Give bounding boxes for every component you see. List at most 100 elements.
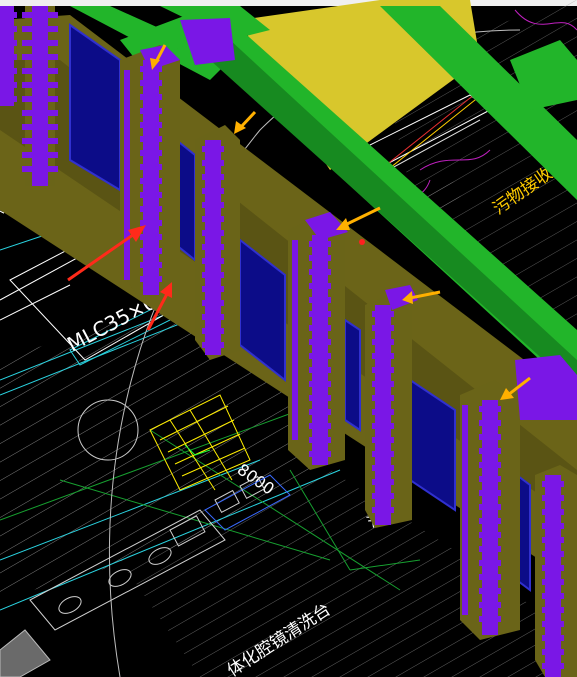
column-notch xyxy=(479,420,501,426)
column-notch xyxy=(140,248,162,254)
column-notch xyxy=(309,269,331,275)
column-notch xyxy=(202,202,224,208)
column-notch xyxy=(309,241,331,247)
column-5 xyxy=(365,285,418,528)
column-notch xyxy=(479,518,501,524)
column-notch xyxy=(309,283,331,289)
column-notch xyxy=(309,339,331,345)
column-notch xyxy=(372,479,394,485)
orange-arrow-icon xyxy=(234,110,257,134)
column-notch xyxy=(372,507,394,513)
column-notch xyxy=(542,649,564,655)
column-notch xyxy=(372,451,394,457)
column-notch xyxy=(202,174,224,180)
column-notch xyxy=(372,465,394,471)
orange-arrow-icon xyxy=(336,206,381,230)
column-notch xyxy=(372,311,394,317)
column-notch xyxy=(140,108,162,114)
column-notch xyxy=(309,437,331,443)
column-notch xyxy=(372,353,394,359)
column-notch xyxy=(140,220,162,226)
column-notch xyxy=(202,244,224,250)
column-7 xyxy=(535,465,577,677)
column-notch xyxy=(202,300,224,306)
column-notch xyxy=(479,560,501,566)
column-notch xyxy=(479,448,501,454)
column-notch xyxy=(140,206,162,212)
column-notch xyxy=(372,493,394,499)
column-notch xyxy=(0,68,17,74)
column-notch xyxy=(542,523,564,529)
column-notch xyxy=(0,40,17,46)
column-notch xyxy=(542,565,564,571)
column-notch xyxy=(309,367,331,373)
column-notch xyxy=(202,314,224,320)
column-notch xyxy=(479,476,501,482)
column-notch xyxy=(372,409,394,415)
column-notch xyxy=(542,481,564,487)
column-notch xyxy=(202,328,224,334)
column-notch xyxy=(202,272,224,278)
column-notch xyxy=(309,311,331,317)
column-notch xyxy=(542,663,564,669)
red-marker xyxy=(359,239,365,245)
column-notch xyxy=(309,409,331,415)
column-notch xyxy=(542,621,564,627)
column-notch xyxy=(542,551,564,557)
column-notch xyxy=(202,230,224,236)
column-notch xyxy=(202,160,224,166)
column-notch xyxy=(309,451,331,457)
column-notch xyxy=(140,80,162,86)
column-notch xyxy=(140,136,162,142)
column-notch xyxy=(140,66,162,72)
column-notch xyxy=(309,353,331,359)
column-notch xyxy=(202,286,224,292)
column-notch xyxy=(140,150,162,156)
column-notch xyxy=(372,339,394,345)
column-notch xyxy=(29,110,51,116)
column-notch xyxy=(202,188,224,194)
column-2 xyxy=(120,45,180,300)
column-notch xyxy=(0,12,17,18)
column-notch xyxy=(372,381,394,387)
window-4 xyxy=(344,318,361,432)
column-notch xyxy=(29,138,51,144)
column-notch xyxy=(309,381,331,387)
column-notch xyxy=(479,406,501,412)
column-notch xyxy=(0,54,17,60)
cad-3d-viewport[interactable]: MLC35×0 污物接收 墙) 8000 体化腔镜清洗台 清洗 xyxy=(0,0,577,677)
column-notch xyxy=(29,12,51,18)
column-notch xyxy=(372,325,394,331)
column-notch xyxy=(309,255,331,261)
column-notch xyxy=(29,68,51,74)
column-notch xyxy=(372,367,394,373)
column-notch xyxy=(29,96,51,102)
column-notch xyxy=(140,178,162,184)
column-notch xyxy=(479,504,501,510)
column-notch xyxy=(479,588,501,594)
column-notch xyxy=(542,635,564,641)
column-notch xyxy=(29,124,51,130)
column-notch xyxy=(479,574,501,580)
column-notch xyxy=(309,423,331,429)
column-notch xyxy=(202,216,224,222)
column-notch xyxy=(542,579,564,585)
column-notch xyxy=(479,602,501,608)
column-notch xyxy=(309,325,331,331)
column-notch xyxy=(29,166,51,172)
column-notch xyxy=(479,532,501,538)
column-notch xyxy=(140,122,162,128)
column-notch xyxy=(542,607,564,613)
column-notch xyxy=(479,546,501,552)
column-notch xyxy=(479,462,501,468)
column-notch xyxy=(29,54,51,60)
column-notch xyxy=(479,490,501,496)
column-notch xyxy=(29,26,51,32)
column-notch xyxy=(542,537,564,543)
column-notch xyxy=(29,82,51,88)
column-notch xyxy=(202,342,224,348)
column-notch xyxy=(29,152,51,158)
column-notch xyxy=(0,96,17,102)
column-notch xyxy=(372,423,394,429)
column-notch xyxy=(542,495,564,501)
